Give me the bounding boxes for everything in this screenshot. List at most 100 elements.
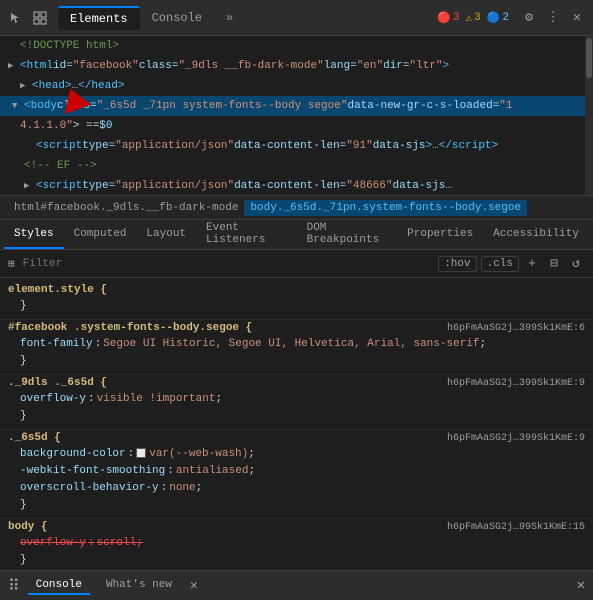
css-rule-element-style: element.style { } xyxy=(0,282,593,320)
html-line-html[interactable]: <html id="facebook" class="_9dls __fb-da… xyxy=(0,56,593,76)
warn-count: 3 xyxy=(474,12,481,24)
dollar-zero: $0 xyxy=(99,117,112,135)
css-selector-element-style: element.style { xyxy=(8,284,585,296)
css-property-overscroll-behavior-y: overscroll-behavior-y : none ; xyxy=(8,480,585,497)
cls-button[interactable]: .cls xyxy=(481,256,519,272)
attr-lang: lang= xyxy=(324,57,357,75)
arrow-head[interactable] xyxy=(20,77,30,95)
arrow-script2[interactable] xyxy=(24,177,34,195)
devtools-toolbar: Elements Console » 🔴 3 ⚠ 3 🔵 2 ⚙ ⋮ ✕ xyxy=(0,0,593,36)
console-tab-console[interactable]: Console xyxy=(28,577,90,595)
tag-script2: <script xyxy=(36,177,82,195)
css-rule-6s5d: ._6s5d { h6pFmAaSG2j…399Sk1KmE:9 backgro… xyxy=(0,430,593,519)
cursor-icon[interactable] xyxy=(6,8,26,28)
arrow-html[interactable] xyxy=(8,57,18,75)
filter-bar: ⊞ :hov .cls + ⊟ ↺ xyxy=(0,250,593,278)
styles-panel: Styles Computed Layout Event Listeners D… xyxy=(0,220,593,600)
more-icon[interactable]: ⋮ xyxy=(543,8,563,28)
console-dots-icon[interactable]: ⠿ xyxy=(8,576,20,596)
html-line-script1[interactable]: <script type="application/json" data-con… xyxy=(0,136,593,156)
source-link-body[interactable]: h6pFmAaSG2j…99Sk1KmE:15 xyxy=(447,522,585,533)
info-icon: 🔵 xyxy=(487,11,501,25)
main-tabs: Elements Console » xyxy=(58,6,245,30)
css-rule-facebook-segoe: #facebook .system-fonts--body.segoe { h6… xyxy=(0,320,593,375)
css-property-overflow-y-important: overflow-y : visible !important ; xyxy=(8,391,585,408)
selector-text-facebook-segoe: #facebook .system-fonts--body.segoe { xyxy=(8,322,252,334)
attr-id-val: "facebook" xyxy=(73,57,139,75)
error-badge[interactable]: 🔴 3 xyxy=(437,11,459,25)
attr-type1-val: "application/json" xyxy=(115,137,234,155)
sub-tab-styles[interactable]: Styles xyxy=(4,220,64,249)
filter-actions: :hov .cls + ⊟ ↺ xyxy=(438,255,585,273)
color-swatch-bg[interactable] xyxy=(136,448,146,458)
attr-data-new-val: "1 xyxy=(499,97,512,115)
refresh-icon[interactable]: ↺ xyxy=(567,255,585,273)
html-line-head[interactable]: <head> … </head> xyxy=(0,76,593,96)
attr-lang-val: "en" xyxy=(357,57,383,75)
css-selector-9dls-6s5d: ._9dls ._6s5d { h6pFmAaSG2j…399Sk1KmE:9 xyxy=(8,377,585,389)
css-property-overflow-y-scroll: overflow-y : scroll ; xyxy=(8,535,585,552)
add-rule-icon[interactable]: + xyxy=(523,255,541,273)
tab-elements[interactable]: Elements xyxy=(58,6,140,30)
toggle-icon[interactable]: ⊟ xyxy=(545,255,563,273)
selector-text-9dls-6s5d: ._9dls ._6s5d { xyxy=(8,377,107,389)
attr-content-len1: data-content-len= xyxy=(234,137,346,155)
css-selector-body: body { h6pFmAaSG2j…99Sk1KmE:15 xyxy=(8,521,585,533)
selector-text-element-style: element.style { xyxy=(8,284,107,296)
sub-tab-dom-breakpoints[interactable]: DOM Breakpoints xyxy=(297,220,398,249)
sub-tab-computed[interactable]: Computed xyxy=(64,220,137,249)
selector-text-body: body { xyxy=(8,521,48,533)
sub-tab-accessibility[interactable]: Accessibility xyxy=(483,220,589,249)
css-property-background-color: background-color : var(--web-wash) ; xyxy=(8,446,585,463)
sub-tab-event-listeners[interactable]: Event Listeners xyxy=(196,220,297,249)
attr-sjs1: data-sjs xyxy=(373,137,426,155)
attr-class-val: "_9dls __fb-dark-mode" xyxy=(178,57,323,75)
source-link-9dls-6s5d[interactable]: h6pFmAaSG2j…399Sk1KmE:9 xyxy=(447,378,585,389)
attr-dir-val: "ltr" xyxy=(410,57,443,75)
sub-tabs: Styles Computed Layout Event Listeners D… xyxy=(0,220,593,250)
comment-ef: <!-- EF --> xyxy=(24,157,97,175)
html-line-body-cont: 4.1.1.0" > == $0 xyxy=(0,116,593,136)
warn-badge[interactable]: ⚠ 3 xyxy=(465,11,480,25)
badge-group: 🔴 3 ⚠ 3 🔵 2 xyxy=(437,11,509,25)
hov-button[interactable]: :hov xyxy=(438,256,476,272)
css-selector-6s5d: ._6s5d { h6pFmAaSG2j…399Sk1KmE:9 xyxy=(8,432,585,444)
console-bar: ⠿ Console What's new ✕ ✕ xyxy=(0,570,593,600)
source-link-6s5d[interactable]: h6pFmAaSG2j…399Sk1KmE:9 xyxy=(447,433,585,444)
console-close-whatsnew[interactable]: ✕ xyxy=(190,578,198,593)
css-property-webkit-font-smoothing: -webkit-font-smoothing : antialiased ; xyxy=(8,463,585,480)
css-rule-9dls-6s5d: ._9dls ._6s5d { h6pFmAaSG2j…399Sk1KmE:9 … xyxy=(0,375,593,430)
tag-script1: <script xyxy=(36,137,82,155)
elements-scrollbar[interactable] xyxy=(585,36,593,195)
elements-scroll-thumb[interactable] xyxy=(586,38,592,78)
attr-class: class= xyxy=(139,57,179,75)
attr-type1: type= xyxy=(82,137,115,155)
settings-icon[interactable]: ⚙ xyxy=(519,8,539,28)
tab-more[interactable]: » xyxy=(214,7,245,29)
breadcrumb: html#facebook._9dls.__fb-dark-mode body.… xyxy=(0,196,593,220)
html-line-doctype[interactable]: <!DOCTYPE html> xyxy=(0,36,593,56)
css-property-empty: } xyxy=(8,298,585,315)
sub-tab-properties[interactable]: Properties xyxy=(397,220,483,249)
html-line-script2[interactable]: <script type="application/json" data-con… xyxy=(0,176,593,196)
attr-id: id= xyxy=(53,57,73,75)
css-rule-facebook-close: } xyxy=(8,353,585,370)
source-link-facebook-segoe[interactable]: h6pFmAaSG2j…399Sk1KmE:6 xyxy=(447,323,585,334)
attr-content-len1-val: "91" xyxy=(346,137,372,155)
console-tab-whatsnew[interactable]: What's new xyxy=(98,577,180,595)
console-close-all-icon[interactable]: ✕ xyxy=(577,577,585,594)
tab-console[interactable]: Console xyxy=(140,7,214,29)
inspect-icon[interactable] xyxy=(30,8,50,28)
info-badge[interactable]: 🔵 2 xyxy=(487,11,509,25)
sub-tab-layout[interactable]: Layout xyxy=(136,220,196,249)
html-line-comment[interactable]: <!-- EF --> xyxy=(0,156,593,176)
info-count: 2 xyxy=(502,12,509,24)
filter-input[interactable] xyxy=(23,258,431,270)
close-icon[interactable]: ✕ xyxy=(567,8,587,28)
arrow-body[interactable] xyxy=(12,97,22,115)
attr-body-class-val: "_6s5d _71pn system-fonts--body segoe" xyxy=(97,97,348,115)
css-rules: element.style { } #facebook .system-font… xyxy=(0,278,593,600)
error-count: 3 xyxy=(453,12,460,24)
breadcrumb-html[interactable]: html#facebook._9dls.__fb-dark-mode xyxy=(8,200,244,216)
breadcrumb-body[interactable]: body._6s5d._71pn.system-fonts--body.sego… xyxy=(244,200,527,216)
